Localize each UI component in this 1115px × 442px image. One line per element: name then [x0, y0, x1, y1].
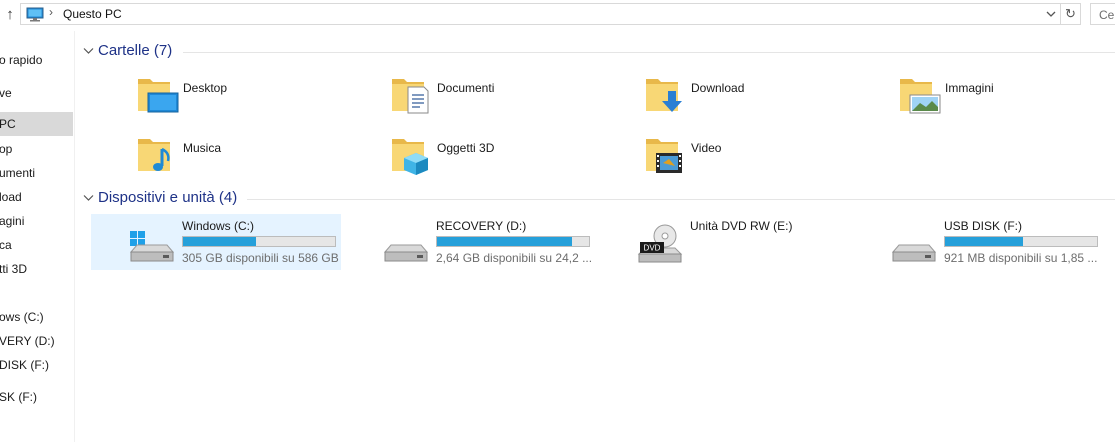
- up-arrow-icon[interactable]: ↑: [2, 6, 18, 24]
- nav-item-label: SK (F:): [0, 390, 37, 404]
- svg-text:DVD: DVD: [644, 244, 661, 253]
- address-bar-area: ↑ › Questo PC ↻ Cerca in Questo PC: [0, 0, 1115, 31]
- nav-item-label: o rapido: [0, 53, 43, 67]
- nav-item[interactable]: SK (F:): [0, 385, 73, 409]
- nav-item-label: ca: [0, 238, 12, 252]
- drive-tile[interactable]: USB DISK (F:) 921 MB disponibili su 1,85 …: [853, 214, 1103, 270]
- refresh-button[interactable]: ↻: [1061, 3, 1081, 25]
- nav-item[interactable]: o rapido: [0, 48, 73, 72]
- folder-label: Immagini: [945, 81, 994, 95]
- folders-group-title: Cartelle (7): [98, 42, 173, 59]
- folder-tile[interactable]: Documenti: [390, 73, 640, 123]
- folder-tile[interactable]: Immagini: [898, 73, 1115, 123]
- content-pane: Cartelle (7) Desktop Documenti Download …: [75, 31, 1115, 442]
- 3d-objects-folder-icon: [390, 133, 434, 180]
- nav-item-label: ows (C:): [0, 310, 44, 324]
- group-divider: [247, 199, 1115, 200]
- drive-usage-bar: [436, 236, 590, 247]
- videos-folder-icon: [644, 133, 688, 180]
- folder-tile[interactable]: Oggetti 3D: [390, 133, 640, 183]
- drive-name: Windows (C:): [182, 219, 255, 233]
- dvd-drive-icon: DVD: [637, 224, 683, 267]
- usb-drive-icon: [891, 230, 937, 267]
- folder-label: Download: [691, 81, 745, 95]
- chevron-down-icon[interactable]: [1046, 9, 1056, 19]
- nav-item[interactable]: ows (C:): [0, 305, 73, 329]
- folder-label: Musica: [183, 141, 222, 155]
- group-divider: [183, 52, 1115, 53]
- nav-item[interactable]: ca: [0, 233, 73, 257]
- search-placeholder: Cerca in Questo PC: [1099, 8, 1115, 22]
- drive-tile[interactable]: RECOVERY (D:) 2,64 GB disponibili su 24,2…: [345, 214, 595, 270]
- drive-usage-bar: [182, 236, 336, 247]
- drive-name: USB DISK (F:): [944, 219, 1023, 233]
- drive-usage-bar: [944, 236, 1098, 247]
- chevron-down-icon: [83, 195, 94, 201]
- folder-tile[interactable]: Download: [644, 73, 894, 123]
- folder-label: Desktop: [183, 81, 228, 95]
- drive-tile[interactable]: DVD Unità DVD RW (E:): [599, 214, 849, 270]
- folder-label: Documenti: [437, 81, 495, 95]
- drive-usage-fill: [183, 237, 256, 246]
- nav-item[interactable]: ve: [0, 81, 73, 105]
- breadcrumb-location[interactable]: Questo PC: [63, 7, 122, 21]
- drive-name: RECOVERY (D:): [436, 219, 527, 233]
- nav-item-label: tti 3D: [0, 262, 28, 276]
- documents-folder-icon: [390, 73, 434, 120]
- nav-item[interactable]: agini: [0, 209, 73, 233]
- drive-usage-fill: [945, 237, 1023, 246]
- nav-item-label: load: [0, 190, 22, 204]
- nav-item-label: DISK (F:): [0, 358, 49, 372]
- nav-item-label: ve: [0, 86, 12, 100]
- this-pc-icon: [26, 7, 44, 22]
- chevron-down-icon: [83, 48, 94, 54]
- folder-label: Oggetti 3D: [437, 141, 495, 155]
- nav-item-label: op: [0, 142, 13, 156]
- folder-tile[interactable]: Musica: [136, 133, 386, 183]
- windows-drive-icon: [129, 230, 175, 267]
- nav-item-label: umenti: [0, 166, 36, 180]
- folder-label: Video: [691, 141, 722, 155]
- nav-item[interactable]: DISK (F:): [0, 353, 73, 377]
- nav-item[interactable]: load: [0, 185, 73, 209]
- navigation-pane: o rapido ve PC op umenti load agini ca tti 3D ow…: [0, 31, 75, 442]
- nav-item[interactable]: VERY (D:): [0, 329, 73, 353]
- nav-item[interactable]: PC: [0, 112, 73, 136]
- music-folder-icon: [136, 133, 180, 180]
- nav-item[interactable]: op: [0, 137, 73, 161]
- drive-free-space: 305 GB disponibili su 586 GB: [182, 251, 339, 265]
- drive-usage-fill: [437, 237, 573, 246]
- drive-free-space: 921 MB disponibili su 1,85 ...: [944, 251, 1098, 265]
- nav-item[interactable]: tti 3D: [0, 257, 73, 281]
- nav-item-label: agini: [0, 214, 25, 228]
- desktop-folder-icon: [136, 73, 180, 120]
- nav-item-label: PC: [0, 117, 16, 131]
- nav-item-label: VERY (D:): [0, 334, 55, 348]
- search-input[interactable]: Cerca in Questo PC: [1090, 3, 1115, 25]
- folder-tile[interactable]: Video: [644, 133, 894, 183]
- folder-tile[interactable]: Desktop: [136, 73, 386, 123]
- drive-tile[interactable]: Windows (C:) 305 GB disponibili su 586 GB: [91, 214, 341, 270]
- downloads-folder-icon: [644, 73, 688, 120]
- nav-item[interactable]: umenti: [0, 161, 73, 185]
- address-bar[interactable]: › Questo PC: [20, 3, 1061, 25]
- drive-name: Unità DVD RW (E:): [690, 219, 793, 233]
- breadcrumb-separator-icon[interactable]: ›: [49, 5, 53, 19]
- drives-group-title: Dispositivi e unità (4): [98, 189, 238, 206]
- drive-free-space: 2,64 GB disponibili su 24,2 ...: [436, 251, 593, 265]
- pictures-folder-icon: [898, 73, 942, 120]
- hard-drive-icon: [383, 230, 429, 267]
